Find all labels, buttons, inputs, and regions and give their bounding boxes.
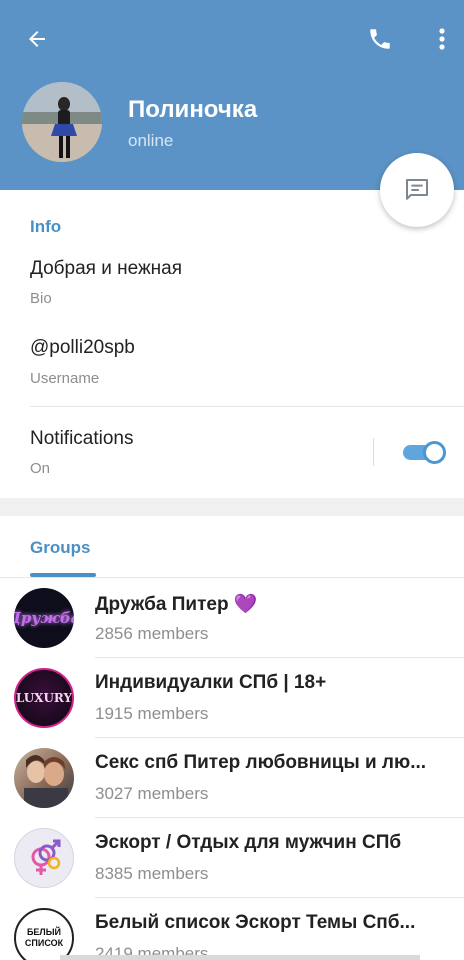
- group-avatar-text: Дружба: [14, 609, 74, 627]
- system-navigation-bar: [60, 955, 420, 960]
- group-members: 1915 members: [95, 704, 209, 723]
- group-name: Эскорт / Отдых для мужчин СПб: [95, 832, 402, 853]
- group-name: Дружба Питер 💜: [95, 594, 258, 615]
- notifications-title[interactable]: Notifications: [30, 428, 134, 450]
- notifications-toggle[interactable]: [401, 439, 447, 465]
- group-avatar: [14, 748, 74, 808]
- arrow-left-icon: [29, 31, 45, 47]
- group-item[interactable]: Эскорт / Отдых для мужчин СПб 8385 membe…: [0, 818, 464, 898]
- groups-section: Groups Дружба Дружба Питер 💜 2856 member…: [0, 516, 464, 960]
- info-section-title: Info: [30, 217, 62, 236]
- group-members: 3027 members: [95, 784, 209, 803]
- info-section: Info Добрая и нежная Bio @polli20spb Use…: [0, 190, 464, 498]
- more-options-button[interactable]: [428, 22, 456, 56]
- toggle-separator: [373, 438, 374, 466]
- group-item[interactable]: LUXURY Индивидуалки СПб | 18+ 1915 membe…: [0, 658, 464, 738]
- send-message-button[interactable]: [380, 153, 454, 227]
- bio-label: Bio: [30, 290, 52, 307]
- group-avatar: Дружба: [14, 588, 74, 648]
- back-button[interactable]: [20, 22, 54, 56]
- profile-photo: [22, 82, 102, 162]
- group-name: Секс спб Питер любовницы и лю...: [95, 752, 427, 773]
- profile-avatar[interactable]: [22, 82, 102, 162]
- more-vertical-icon: [439, 28, 445, 50]
- groups-tab[interactable]: Groups: [30, 538, 90, 558]
- group-avatar-text: БЕЛЫЙ СПИСОК: [24, 927, 64, 948]
- group-avatar: [14, 828, 74, 888]
- call-button[interactable]: [362, 22, 398, 56]
- group-item[interactable]: Секс спб Питер любовницы и лю... 3027 me…: [0, 738, 464, 818]
- group-avatar: БЕЛЫЙ СПИСОК: [14, 908, 74, 960]
- profile-status: online: [128, 131, 174, 150]
- bio-value[interactable]: Добрая и нежная: [30, 258, 182, 280]
- group-avatar: LUXURY: [14, 668, 74, 728]
- toggle-knob: [423, 441, 446, 464]
- phone-icon: [370, 29, 390, 49]
- group-members: 8385 members: [95, 864, 209, 883]
- group-item[interactable]: БЕЛЫЙ СПИСОК Белый список Эскорт Темы Сп…: [0, 898, 464, 960]
- group-avatar-text: LUXURY: [15, 691, 73, 705]
- group-name: Индивидуалки СПб | 18+: [95, 672, 327, 693]
- group-members: 2856 members: [95, 624, 209, 643]
- profile-name: Полиночка: [128, 96, 258, 123]
- group-avatar-photo: [24, 755, 68, 808]
- gender-symbols-icon: [31, 839, 61, 875]
- message-icon: [406, 179, 428, 200]
- group-item[interactable]: Дружба Дружба Питер 💜 2856 members: [0, 578, 464, 658]
- username-label: Username: [30, 370, 100, 387]
- notifications-state: On: [30, 460, 51, 477]
- group-name: Белый список Эскорт Темы Спб...: [95, 912, 416, 933]
- username-value[interactable]: @polli20spb: [30, 337, 135, 359]
- info-divider: [30, 406, 464, 407]
